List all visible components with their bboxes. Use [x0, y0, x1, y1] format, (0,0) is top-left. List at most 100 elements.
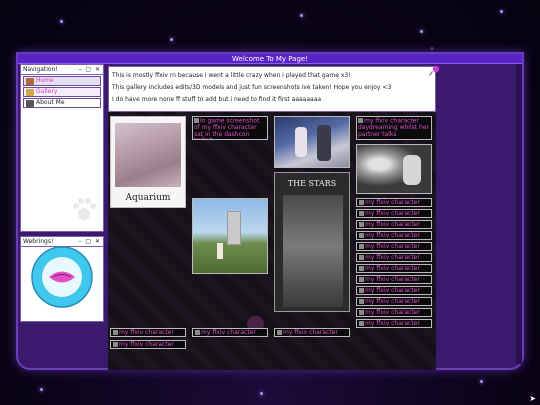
sparkle — [170, 38, 173, 41]
figure-shape — [295, 127, 307, 157]
main-window: Welcome To My Page! Navigation! – ▢ ✕ Ho… — [16, 52, 524, 370]
paw-print-icon — [73, 198, 96, 220]
broken-image-icon — [359, 276, 364, 282]
image-link[interactable]: my ffxiv character — [356, 231, 432, 240]
image-link[interactable]: my ffxiv character — [356, 198, 432, 207]
poster-art — [283, 195, 343, 307]
intro-line: This is mostly ffxiv rn because i went a… — [112, 72, 351, 79]
broken-image-icon — [359, 210, 364, 216]
image-link[interactable]: my ffxiv character — [110, 340, 186, 349]
broken-image-icon — [113, 329, 118, 335]
image-alt: my ffxiv character — [365, 210, 420, 217]
poster-title: THE STARS — [287, 179, 337, 188]
poster-image[interactable]: THE STARS — [274, 172, 350, 312]
image-link[interactable]: my ffxiv character — [356, 264, 432, 273]
image-alt: my ffxiv character — [365, 199, 420, 206]
broken-image-icon — [359, 232, 364, 238]
intro-panel: This is mostly ffxiv rn because i went a… — [108, 65, 440, 112]
scrollbar[interactable] — [516, 64, 522, 364]
intro-line: I do have more none ff stuff to add but … — [112, 96, 322, 103]
sparkle — [260, 392, 263, 395]
broken-image-icon — [359, 298, 364, 304]
navigation-title: Navigation! — [23, 66, 58, 73]
sparkle — [60, 20, 63, 23]
image-alt: my ffxiv character — [365, 298, 420, 305]
sparkle — [480, 380, 483, 383]
aquarium-photo — [115, 123, 181, 187]
image-link[interactable]: my ffxiv character — [110, 328, 186, 337]
image-alt: my ffxiv character — [365, 254, 420, 261]
image-alt: my ffxiv character — [283, 329, 338, 336]
gallery-content: This is mostly ffxiv rn because i went a… — [108, 65, 440, 370]
image-link[interactable]: my ffxiv character — [356, 275, 432, 284]
person-icon — [26, 99, 34, 107]
webring-icon — [31, 246, 93, 308]
image-alt: my ffxiv character — [365, 243, 420, 250]
nav-item-home[interactable]: Home — [23, 76, 101, 86]
image-alt: my ffxiv character — [365, 309, 420, 316]
folder-icon — [26, 88, 34, 96]
figure-shape — [403, 155, 421, 185]
image-link[interactable]: my ffxiv character — [192, 328, 268, 337]
image-link[interactable]: my ffxiv character — [356, 220, 432, 229]
image-link[interactable]: my ffxiv character — [356, 319, 432, 328]
nav-item-about[interactable]: About Me — [23, 98, 101, 108]
image-alt: my ffxiv character — [365, 232, 420, 239]
image-alt: my ffxiv character — [365, 276, 420, 283]
broken-image-icon — [359, 199, 364, 205]
figure-shape — [217, 243, 223, 259]
building-photo[interactable] — [192, 198, 268, 274]
sparkle — [500, 10, 503, 13]
pushpin-icon — [429, 65, 440, 76]
broken-image-icon — [359, 287, 364, 293]
broken-image-icon — [359, 309, 364, 315]
image-link[interactable]: my ffxiv character — [356, 308, 432, 317]
home-icon — [26, 77, 34, 85]
broken-image-icon — [359, 265, 364, 271]
webring-badge[interactable] — [23, 241, 101, 313]
nav-item-label: Gallery — [36, 88, 58, 95]
aquarium-caption: Aquarium — [125, 193, 171, 203]
aquarium-image[interactable]: Aquarium — [110, 116, 186, 208]
image-link[interactable]: my ffxiv character — [356, 286, 432, 295]
sparkle — [40, 388, 43, 391]
navigation-header: Navigation! – ▢ ✕ — [21, 65, 103, 75]
sparkle — [420, 30, 423, 33]
broken-image-icon — [359, 254, 364, 260]
image-link[interactable]: my ffxiv character — [356, 253, 432, 262]
window-controls[interactable]: – ▢ ✕ — [78, 65, 101, 75]
image-link[interactable]: In game screenshot of my ffxiv character… — [192, 116, 268, 140]
broken-image-icon — [359, 243, 364, 249]
cursor-icon: ➤ — [529, 394, 536, 403]
image-alt: my ffxiv character — [365, 320, 420, 327]
image-alt: my ffxiv character — [119, 341, 174, 348]
broken-image-icon — [195, 329, 200, 335]
daydream-photo[interactable] — [356, 144, 432, 194]
image-alt: In game screenshot of my ffxiv character… — [194, 117, 260, 139]
image-link[interactable]: my ffxiv character — [356, 297, 432, 306]
webrings-panel: Webrings! – ▢ ✕ — [20, 236, 104, 322]
image-link[interactable]: my ffxiv character — [274, 328, 350, 337]
broken-image-icon — [277, 329, 282, 335]
image-alt: my ffxiv character — [365, 287, 420, 294]
nav-item-label: About Me — [36, 99, 65, 106]
image-link[interactable]: my ffxiv character daydreaming whilst he… — [356, 116, 432, 140]
image-alt: my ffxiv character — [119, 329, 174, 336]
image-alt: my ffxiv character daydreaming whilst he… — [358, 117, 429, 138]
image-link[interactable]: my ffxiv character — [356, 242, 432, 251]
ballpit-photo[interactable] — [274, 116, 350, 168]
image-alt: my ffxiv character — [365, 221, 420, 228]
figure-shape — [317, 125, 331, 161]
broken-image-icon — [358, 118, 363, 123]
broken-image-icon — [194, 118, 199, 123]
image-alt: my ffxiv character — [365, 265, 420, 272]
broken-image-icon — [359, 320, 364, 326]
building-shape — [227, 211, 241, 245]
intro-line: This gallery includes edits/3D models an… — [112, 84, 392, 91]
navigation-panel: Navigation! – ▢ ✕ Home Gallery About Me — [20, 64, 104, 232]
nav-item-label: Home — [36, 77, 54, 84]
image-alt: my ffxiv character — [201, 329, 256, 336]
window-title: Welcome To My Page! — [18, 54, 522, 64]
nav-item-gallery[interactable]: Gallery — [23, 87, 101, 97]
image-link[interactable]: my ffxiv character — [356, 209, 432, 218]
